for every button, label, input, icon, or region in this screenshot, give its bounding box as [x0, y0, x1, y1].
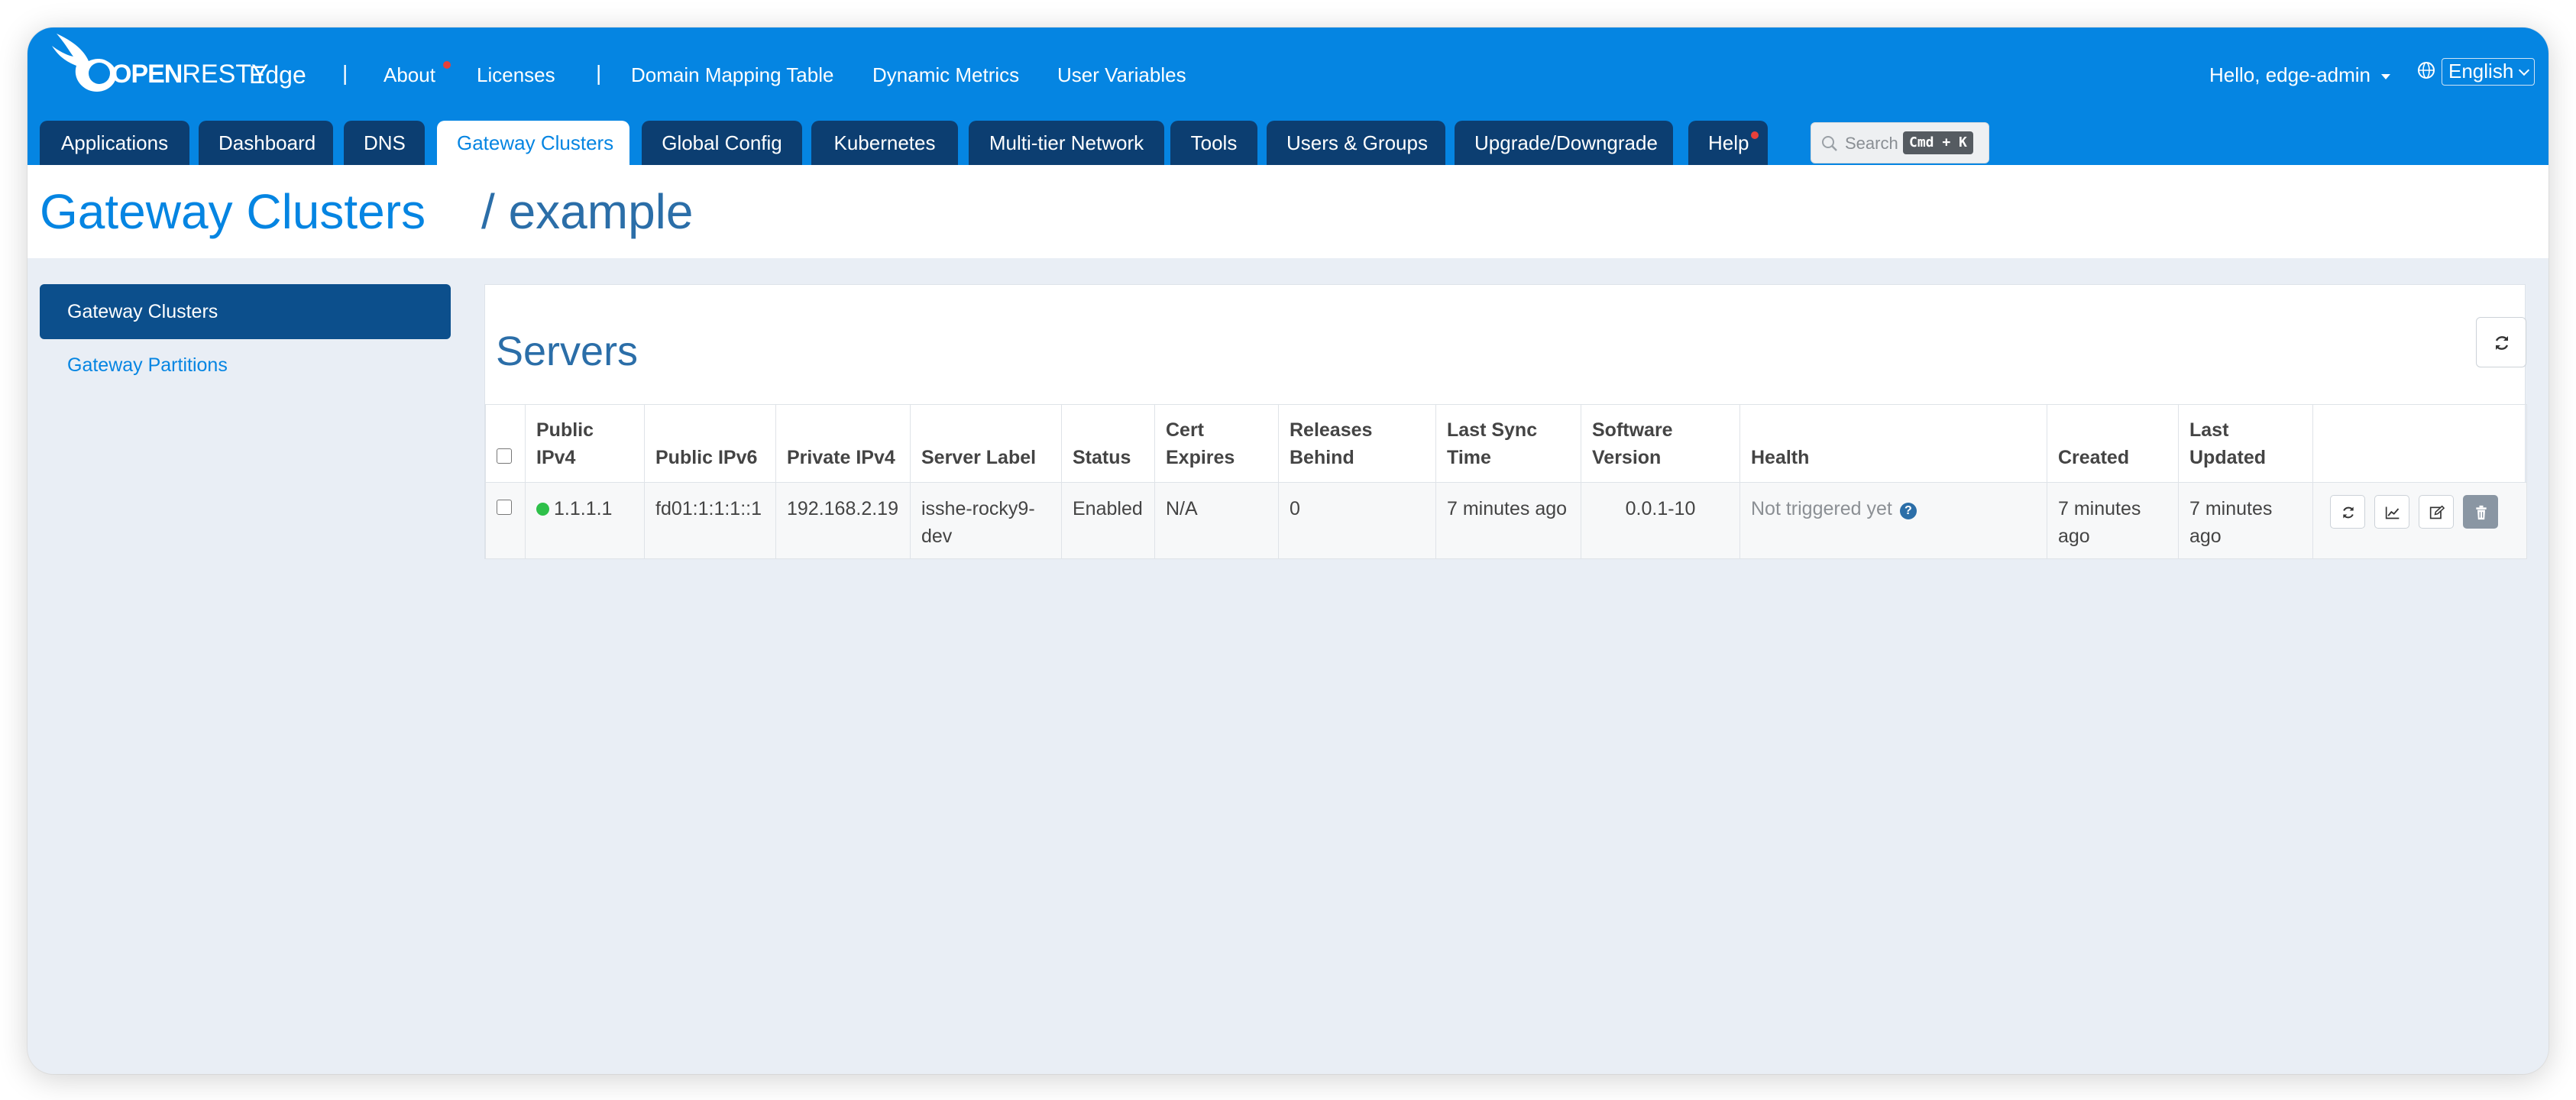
edit-icon [2429, 505, 2445, 519]
cell-health: Not triggered yet? [1739, 482, 2047, 559]
col-server-label: Server Label [910, 404, 1062, 483]
tab-upgrade-downgrade[interactable]: Upgrade/Downgrade [1455, 121, 1673, 165]
sync-server-button[interactable] [2330, 495, 2365, 529]
row-checkbox[interactable] [497, 500, 512, 515]
col-last-updated: Last Updated [2178, 404, 2313, 483]
nav-separator: | [596, 61, 602, 85]
nav-licenses-link[interactable]: Licenses [477, 63, 555, 87]
chevron-down-icon [2518, 64, 2530, 76]
page-header: Gateway Clusters / example [28, 165, 2548, 258]
cell-status: Enabled [1061, 482, 1155, 559]
table-header-row: Public IPv4 Public IPv6 Private IPv4 Ser… [485, 404, 2527, 483]
cell-server-label: isshe-rocky9-dev [910, 482, 1062, 559]
cell-cert-expires: N/A [1154, 482, 1279, 559]
language-select[interactable]: English [2442, 58, 2535, 86]
select-all-checkbox[interactable] [497, 448, 512, 464]
tab-users-groups[interactable]: Users & Groups [1267, 121, 1445, 165]
nav-about-link[interactable]: About [383, 63, 435, 87]
user-menu[interactable]: Hello, edge-admin [2209, 63, 2391, 87]
tab-kubernetes[interactable]: Kubernetes [811, 121, 958, 165]
sidebar-item-gateway-clusters[interactable]: Gateway Clusters [40, 284, 451, 339]
tab-dns[interactable]: DNS [344, 121, 425, 165]
product-name: Edge [249, 61, 306, 89]
refresh-icon [2495, 336, 2509, 350]
col-created: Created [2047, 404, 2179, 483]
refresh-icon [2343, 506, 2354, 519]
col-public-ipv4: Public IPv4 [525, 404, 645, 483]
caret-down-icon [2381, 73, 2391, 79]
nav-separator: | [342, 61, 348, 85]
search-box[interactable]: Search Cmd + K [1811, 122, 1989, 163]
nav-user-variables-link[interactable]: User Variables [1057, 63, 1186, 87]
cell-created: 7 minutes ago [2047, 482, 2179, 559]
top-bar: OPENRESTY Edge | About Licenses | Domain… [28, 28, 2548, 165]
globe-icon [2418, 62, 2435, 79]
logo-wordmark: OPENRESTY [112, 60, 269, 89]
refresh-button[interactable] [2476, 317, 2526, 367]
col-software-version: Software Version [1581, 404, 1740, 483]
col-releases-behind: Releases Behind [1278, 404, 1436, 483]
delete-server-button[interactable] [2463, 495, 2498, 529]
cell-last-sync-time: 7 minutes ago [1435, 482, 1581, 559]
page-title[interactable]: Gateway Clusters [40, 183, 426, 240]
bird-logo-icon [52, 34, 117, 92]
col-last-sync-time: Last Sync Time [1435, 404, 1581, 483]
select-all-header [485, 404, 526, 483]
col-private-ipv4: Private IPv4 [775, 404, 911, 483]
search-shortcut-kbd: Cmd + K [1903, 131, 1973, 154]
sidebar-item-gateway-partitions[interactable]: Gateway Partitions [67, 354, 228, 377]
openresty-logo[interactable]: OPENRESTY [43, 28, 272, 112]
tab-dashboard[interactable]: Dashboard [199, 121, 333, 165]
tab-applications[interactable]: Applications [40, 121, 189, 165]
cell-last-updated: 7 minutes ago [2178, 482, 2313, 559]
col-health: Health [1739, 404, 2047, 483]
cell-private-ipv4: 192.168.2.19 [775, 482, 911, 559]
search-placeholder: Search [1845, 134, 1898, 153]
search-icon [1822, 136, 1837, 151]
tab-gateway-clusters[interactable]: Gateway Clusters [437, 121, 629, 165]
cell-public-ipv4: 1.1.1.1 [525, 482, 645, 559]
logo-text-bold: OPEN [112, 60, 183, 89]
public-ipv4-value: 1.1.1.1 [554, 498, 613, 519]
nav-dynamic-metrics-link[interactable]: Dynamic Metrics [872, 63, 1019, 87]
trash-icon [2476, 505, 2487, 520]
user-greeting: Hello, edge-admin [2209, 63, 2371, 86]
nav-domain-mapping-link[interactable]: Domain Mapping Table [631, 63, 833, 87]
health-value: Not triggered yet [1751, 498, 1892, 519]
servers-panel: Servers Public IPv4 Public IPv6 Private … [484, 284, 2527, 559]
page-subtitle: / example [481, 184, 694, 239]
row-select-cell [485, 482, 526, 559]
tab-multi-tier-network[interactable]: Multi-tier Network [969, 121, 1164, 165]
panel-title: Servers [496, 328, 639, 374]
tab-tools[interactable]: Tools [1170, 121, 1257, 165]
cell-public-ipv6: fd01:1:1:1::1 [644, 482, 776, 559]
col-actions [2312, 404, 2527, 483]
language-value: English [2448, 60, 2514, 82]
cell-actions [2312, 482, 2527, 559]
table-row: 1.1.1.1 fd01:1:1:1::1 192.168.2.19 isshe… [485, 482, 2527, 559]
col-public-ipv6: Public IPv6 [644, 404, 776, 483]
app-window: OPENRESTY Edge | About Licenses | Domain… [28, 28, 2548, 1074]
cell-software-version: 0.0.1-10 [1581, 482, 1740, 559]
help-icon[interactable]: ? [1899, 503, 1917, 519]
edit-server-button[interactable] [2419, 495, 2454, 529]
cell-releases-behind: 0 [1278, 482, 1436, 559]
col-cert-expires: Cert Expires [1154, 404, 1279, 483]
servers-table: Public IPv4 Public IPv6 Private IPv4 Ser… [485, 404, 2527, 559]
metrics-button[interactable] [2374, 495, 2409, 529]
about-notification-dot [443, 61, 451, 69]
tab-global-config[interactable]: Global Config [642, 121, 802, 165]
tab-help[interactable]: Help [1688, 121, 1768, 165]
online-status-dot [536, 503, 549, 516]
line-chart-icon [2385, 506, 2400, 519]
col-status: Status [1061, 404, 1155, 483]
help-notification-dot [1751, 131, 1759, 139]
